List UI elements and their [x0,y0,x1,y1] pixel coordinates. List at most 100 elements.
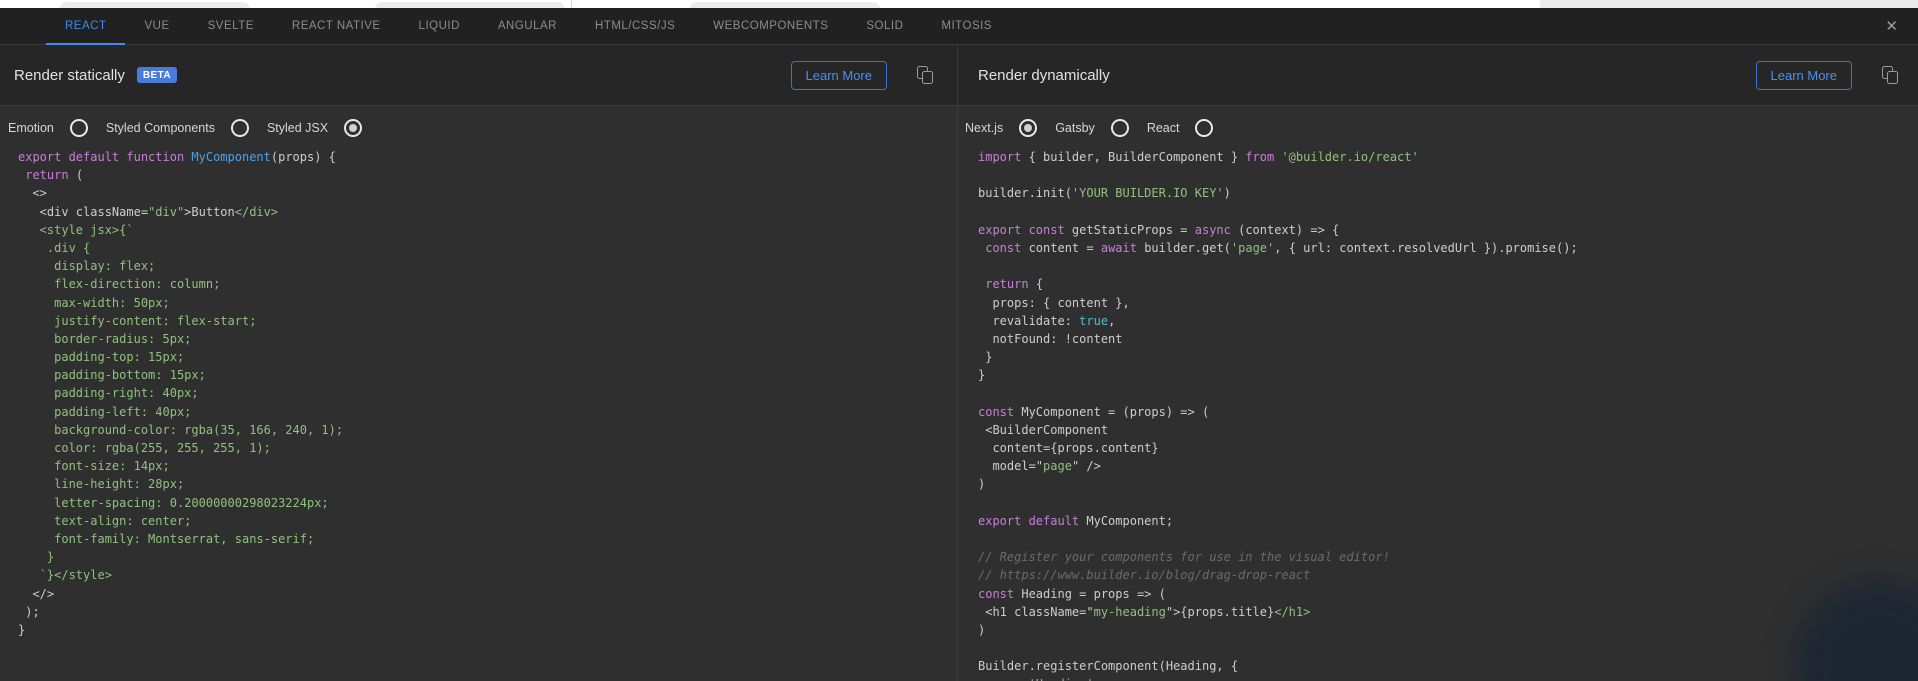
radio-unselected-icon[interactable] [1110,119,1129,137]
panel-title: Render dynamically [978,66,1110,84]
option-gatsby[interactable]: Gatsby [1055,119,1129,137]
code-line: ) [978,477,986,492]
learn-more-button[interactable]: Learn More [1755,60,1852,90]
framework-option-group: Next.js Gatsby React [958,118,1918,138]
option-label: Gatsby [1055,121,1095,135]
code-line: const content = await builder.get('page'… [985,240,1578,255]
option-emotion[interactable]: Emotion [8,119,88,137]
panel-render-dynamically: Render dynamically Learn More Next.js Gat… [958,45,1918,681]
code-line: export const getStaticProps = async (con… [978,222,1340,237]
tab-html-css-js[interactable]: HTML/CSS/JS [576,8,694,44]
panel-body: Next.js Gatsby React import { builder, Bui… [958,106,1918,681]
radio-selected-icon[interactable] [1019,119,1038,137]
code-line: revalidate: true, [978,313,1116,328]
code-line: <> [18,186,47,201]
option-label: Next.js [965,121,1004,135]
strip-divider [571,0,572,8]
framework-tabbar: REACT VUE SVELTE REACT NATIVE LIQUID ANGULAR H… [0,8,1918,45]
code-line: display: flex; [18,259,156,274]
export-panels: Render statically BETA Learn More Emotio… [0,45,1918,681]
code-line: font-family: Montserrat, sans-serif; [18,531,315,546]
style-option-group: Emotion Styled Components Styled JSX [0,118,957,138]
strip-right-segment [1540,0,1918,8]
tab-mitosis[interactable]: MITOSIS [922,8,1011,44]
tab-webcomponents[interactable]: WEBCOMPONENTS [694,8,847,44]
code-line: ) [978,622,986,637]
copy-icon[interactable] [917,66,933,84]
code-line: // https://www.builder.io/blog/drag-drop… [978,568,1311,583]
code-line: export default MyComponent; [978,513,1174,528]
code-line: ); [18,604,40,619]
code-line: line-height: 28px; [18,477,185,492]
code-line: content={props.content} [978,441,1159,455]
option-label: Emotion [8,121,54,135]
code-line: <style jsx>{` [18,222,134,237]
code-line: return ( [25,168,84,183]
code-line: builder.init('YOUR BUILDER.IO KEY') [978,186,1231,201]
code-line: text-align: center; [18,513,192,528]
code-line: .div { [18,240,91,255]
code-line: name: 'Heading', [978,675,1918,681]
close-icon[interactable]: ✕ [1879,8,1904,44]
option-label: Styled Components [105,121,215,135]
panel-body: Emotion Styled Components Styled JSX expor… [0,106,957,681]
code-line: const Heading = props => ( [978,586,1166,601]
option-styled-components[interactable]: Styled Components [106,119,249,137]
code-line: <h1 className="my-heading">{props.title}… [978,604,1311,619]
code-line: } [978,368,986,383]
code-line: Builder.registerComponent(Heading, { [978,659,1239,674]
code-line: <div className="div">Button</div> [18,204,279,219]
tab-vue[interactable]: VUE [125,8,188,44]
code-line: </> [18,586,55,601]
panel-header: Render dynamically Learn More [958,45,1918,106]
tab-liquid[interactable]: LIQUID [400,8,479,44]
code-line: import { builder, BuilderComponent } fro… [978,150,1419,164]
radio-unselected-icon[interactable] [1195,119,1214,137]
option-react[interactable]: React [1147,119,1214,137]
code-line: padding-right: 40px; [18,386,199,401]
code-line: background-color: rgba(35, 166, 240, 1); [18,422,344,437]
panel-header: Render statically BETA Learn More [0,45,957,106]
code-line: model="page" /> [978,459,1101,474]
tab-react-native[interactable]: REACT NATIVE [273,8,400,44]
code-line: } [18,622,26,637]
copy-icon-front [922,71,933,84]
option-next-js[interactable]: Next.js [965,119,1038,137]
copy-icon[interactable] [1882,66,1898,84]
code-line: <BuilderComponent [978,422,1109,437]
code-line: // Register your components for use in t… [978,550,1390,565]
code-line: padding-top: 15px; [18,350,185,365]
code-line: props: { content }, [978,295,1130,310]
radio-selected-icon[interactable] [344,119,363,137]
code-line: } [18,550,55,565]
tab-solid[interactable]: SOLID [847,8,922,44]
code-line: export default function MyComponent(prop… [18,150,336,164]
learn-more-button[interactable]: Learn More [790,60,887,90]
code-line: const MyComponent = (props) => ( [978,404,1210,419]
option-styled-jsx[interactable]: Styled JSX [266,119,363,137]
code-block-dynamic: import { builder, BuilderComponent } fro… [978,148,1918,681]
tab-svelte[interactable]: SVELTE [189,8,273,44]
code-line: color: rgba(255, 255, 255, 1); [18,441,271,455]
code-line: border-radius: 5px; [18,331,192,346]
code-line: justify-content: flex-start; [18,313,257,328]
code-line: font-size: 14px; [18,459,170,474]
radio-unselected-icon[interactable] [230,119,249,137]
code-line: letter-spacing: 0.20000000298023224px; [18,495,329,510]
panel-title: Render statically [14,66,125,84]
panel-render-statically: Render statically BETA Learn More Emotio… [0,45,958,681]
copy-icon-front [1887,71,1898,84]
radio-unselected-icon[interactable] [69,119,88,137]
code-line: `}</style> [18,568,112,583]
tab-angular[interactable]: ANGULAR [479,8,576,44]
code-line: notFound: !content [978,331,1123,346]
option-label: React [1146,121,1180,135]
tab-react[interactable]: REACT [46,8,126,45]
option-label: Styled JSX [266,121,329,135]
